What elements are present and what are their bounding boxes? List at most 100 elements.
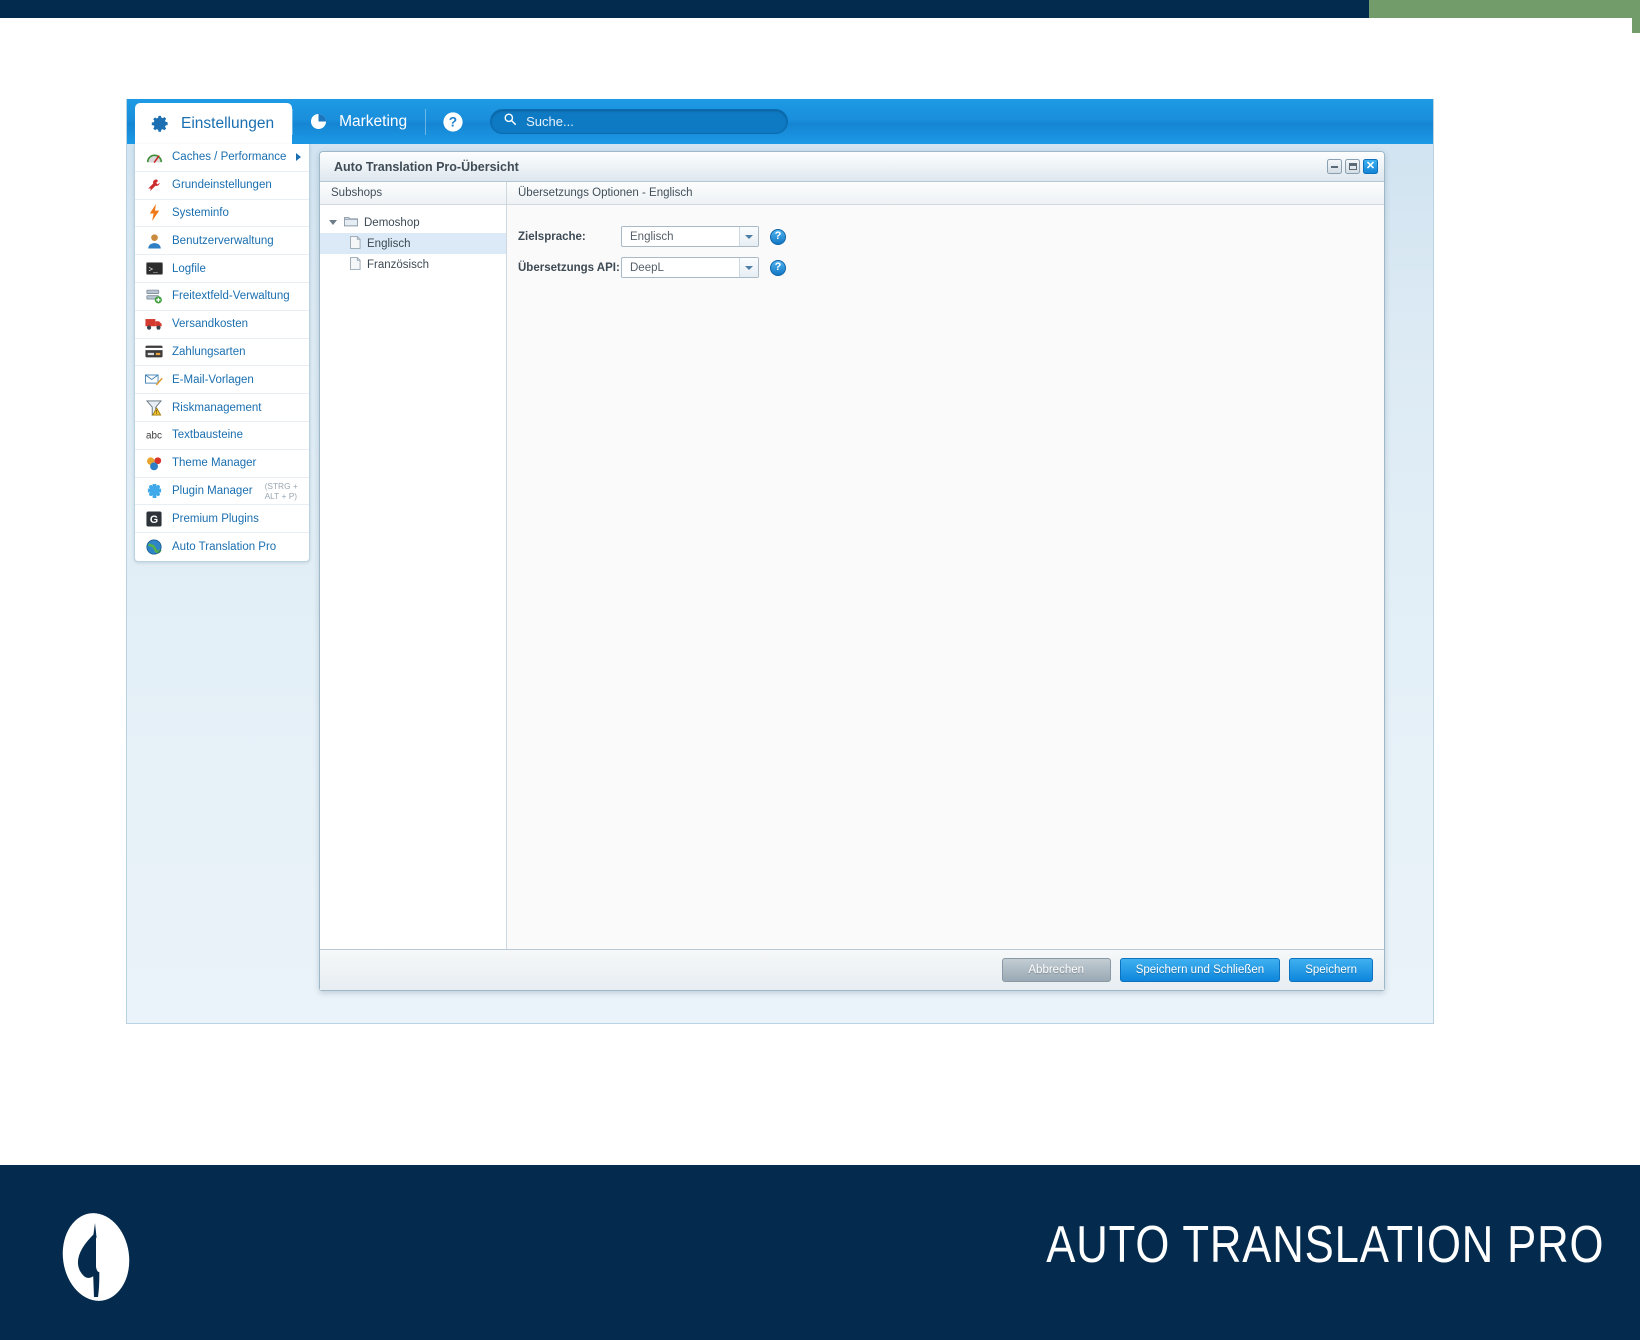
globe-icon bbox=[145, 539, 163, 555]
tab-marketing[interactable]: Marketing bbox=[293, 99, 425, 144]
uebersetzungs-api-value: DeepL bbox=[630, 261, 664, 274]
tree-node-label: Demoshop bbox=[364, 216, 420, 229]
save-button[interactable]: Speichern bbox=[1289, 958, 1373, 982]
sidebar-item-benutzerverwaltung[interactable]: Benutzerverwaltung bbox=[135, 227, 309, 256]
funnel-warning-icon: ! bbox=[145, 400, 163, 416]
save-and-close-button[interactable]: Speichern und Schließen bbox=[1119, 958, 1281, 982]
options-panel: Übersetzungs Optionen - Englisch Zielspr… bbox=[507, 182, 1384, 949]
sidebar-item-versandkosten[interactable]: Versandkosten bbox=[135, 311, 309, 339]
sidebar-item-auto-translation-pro[interactable]: Auto Translation Pro bbox=[135, 533, 309, 561]
window-title: Auto Translation Pro-Übersicht bbox=[334, 159, 519, 174]
minimize-icon[interactable] bbox=[1327, 159, 1342, 174]
uebersetzungs-api-select[interactable]: DeepL bbox=[621, 257, 759, 278]
sidebar-item-theme-manager[interactable]: Theme Manager bbox=[135, 450, 309, 478]
sidebar-item-grundeinstellungen[interactable]: Grundeinstellungen bbox=[135, 172, 309, 200]
tree-node-label: Englisch bbox=[367, 237, 411, 250]
credit-card-icon bbox=[145, 344, 163, 360]
brand-title: AUTO TRANSLATION PRO bbox=[1045, 1216, 1604, 1274]
lightning-icon bbox=[145, 204, 163, 222]
wrench-icon bbox=[145, 177, 163, 193]
tab-marketing-label: Marketing bbox=[339, 112, 408, 130]
gauge-icon bbox=[145, 149, 163, 165]
expand-collapse-icon[interactable] bbox=[329, 220, 337, 225]
subshops-header: Subshops bbox=[320, 182, 506, 205]
premium-icon: G bbox=[145, 511, 163, 527]
right-green-accent bbox=[1632, 18, 1640, 33]
sidebar-item-label: Plugin Manager bbox=[172, 484, 253, 497]
search-placeholder: Suche... bbox=[526, 114, 574, 129]
palette-icon bbox=[145, 455, 163, 471]
sidebar-item-label: Versandkosten bbox=[172, 318, 249, 331]
main-toolbar: Einstellungen Marketing ? Suche... bbox=[127, 99, 1433, 144]
tree-node-label: Französisch bbox=[367, 258, 429, 271]
sidebar-item-label: Auto Translation Pro bbox=[172, 541, 277, 554]
close-icon[interactable]: ✕ bbox=[1363, 159, 1378, 174]
top-navy-bar bbox=[0, 0, 1369, 18]
sidebar-item-label: Theme Manager bbox=[172, 457, 257, 470]
sidebar-item-freitextfeld-verwaltung[interactable]: Freitextfeld-Verwaltung bbox=[135, 283, 309, 311]
options-header: Übersetzungs Optionen - Englisch bbox=[507, 182, 1384, 205]
maximize-icon[interactable] bbox=[1345, 159, 1360, 174]
console-icon: >_ bbox=[145, 261, 163, 277]
subshops-panel: Subshops Demoshop Englisch Französisch bbox=[320, 182, 507, 949]
sidebar-item-label: Textbausteine bbox=[172, 429, 243, 442]
window-controls: ✕ bbox=[1327, 159, 1378, 174]
cancel-button[interactable]: Abbrechen bbox=[1001, 958, 1111, 982]
svg-text:G: G bbox=[150, 514, 158, 526]
tree-node-englisch[interactable]: Englisch bbox=[320, 233, 506, 254]
sidebar-item-caches-performance[interactable]: Caches / Performance bbox=[135, 144, 309, 172]
window-title-bar[interactable]: Auto Translation Pro-Übersicht ✕ bbox=[320, 152, 1384, 182]
top-decoration-bar bbox=[0, 0, 1640, 18]
sidebar-item-e-mail-vorlagen[interactable]: E-Mail-Vorlagen bbox=[135, 366, 309, 395]
svg-text:>_: >_ bbox=[148, 267, 158, 275]
sidebar-item-label: Benutzerverwaltung bbox=[172, 234, 274, 247]
sidebar-item-label: E-Mail-Vorlagen bbox=[172, 373, 254, 386]
mail-edit-icon bbox=[145, 372, 163, 388]
tree-node-demoshop[interactable]: Demoshop bbox=[320, 212, 506, 233]
sidebar-item-label: Caches / Performance bbox=[172, 151, 287, 164]
fields-add-icon bbox=[145, 288, 163, 304]
sidebar-item-riskmanagement[interactable]: ! Riskmanagement bbox=[135, 394, 309, 422]
svg-text:abc: abc bbox=[146, 431, 162, 441]
window-body: Subshops Demoshop Englisch Französisch Ü… bbox=[320, 182, 1384, 949]
search-input[interactable]: Suche... bbox=[490, 109, 789, 134]
svg-text:!: ! bbox=[156, 410, 158, 416]
sidebar-item-label: Logfile bbox=[172, 262, 206, 275]
sidebar-item-label: Systeminfo bbox=[172, 206, 229, 219]
auto-translation-window: Auto Translation Pro-Übersicht ✕ Subshop… bbox=[319, 151, 1385, 991]
chevron-down-icon[interactable] bbox=[739, 227, 758, 246]
user-icon bbox=[145, 233, 163, 249]
brand-footer: AUTO TRANSLATION PRO bbox=[0, 1165, 1640, 1340]
tab-einstellungen[interactable]: Einstellungen bbox=[135, 103, 293, 144]
tab-einstellungen-label: Einstellungen bbox=[181, 114, 275, 132]
uebersetzungs-api-help-icon[interactable]: ? bbox=[770, 259, 786, 276]
subshops-tree: Demoshop Englisch Französisch bbox=[320, 205, 506, 275]
uebersetzungs-api-label: Übersetzungs API: bbox=[518, 261, 620, 274]
abc-icon: abc bbox=[145, 427, 163, 443]
zielsprache-select[interactable]: Englisch bbox=[621, 226, 759, 247]
search-icon bbox=[503, 112, 517, 131]
settings-sidebar: Caches / Performance Grundeinstellungen … bbox=[134, 144, 310, 562]
application-shell: Einstellungen Marketing ? Suche... Cache… bbox=[126, 99, 1434, 1024]
folder-icon bbox=[344, 215, 358, 230]
chevron-down-icon[interactable] bbox=[739, 258, 758, 277]
sidebar-item-textbausteine[interactable]: abc Textbausteine bbox=[135, 422, 309, 450]
sidebar-item-plugin-manager[interactable]: Plugin Manager (STRG + ALT + P) bbox=[135, 478, 309, 506]
field-row-uebersetzungs-api: Übersetzungs API: DeepL ? bbox=[518, 252, 1384, 283]
window-footer: Abbrechen Speichern und Schließen Speich… bbox=[320, 949, 1384, 990]
file-icon bbox=[350, 256, 361, 273]
zielsprache-label: Zielsprache: bbox=[518, 230, 586, 243]
zielsprache-help-icon[interactable]: ? bbox=[770, 228, 786, 245]
field-row-zielsprache: Zielsprache: Englisch ? bbox=[518, 221, 1384, 252]
sidebar-item-label: Freitextfeld-Verwaltung bbox=[172, 290, 290, 303]
sidebar-item-zahlungsarten[interactable]: Zahlungsarten bbox=[135, 339, 309, 367]
truck-icon bbox=[145, 316, 163, 332]
tree-node-franzoesisch[interactable]: Französisch bbox=[320, 254, 506, 275]
top-green-bar bbox=[1369, 0, 1640, 18]
leaf-logo-icon bbox=[48, 1211, 144, 1303]
sidebar-item-logfile[interactable]: >_ Logfile bbox=[135, 255, 309, 283]
help-circle-icon[interactable]: ? bbox=[442, 111, 464, 133]
sidebar-item-systeminfo[interactable]: Systeminfo bbox=[135, 200, 309, 228]
chevron-right-icon bbox=[296, 153, 301, 162]
sidebar-item-premium-plugins[interactable]: G Premium Plugins bbox=[135, 505, 309, 534]
